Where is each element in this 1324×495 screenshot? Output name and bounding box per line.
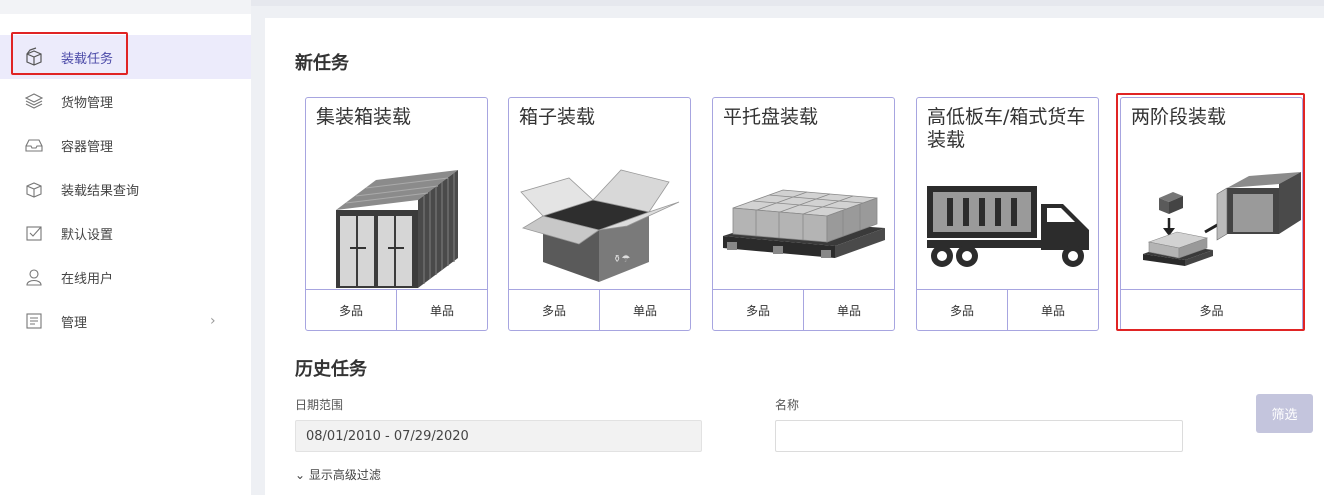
multi-item-button[interactable]: 多品 [306,290,396,330]
box-illustration: ⚱☂ [520,169,680,282]
active-item-highlight [11,32,128,75]
date-range-label: 日期范围 [295,398,344,412]
sidebar-item-label: 在线用户 [61,271,114,287]
admin-icon [26,313,42,329]
name-label: 名称 [775,398,800,412]
multi-item-button[interactable]: 多品 [713,290,803,330]
cube-search-icon [26,182,42,198]
card-box-loading[interactable]: 箱子装载 ⚱☂ 多品 单品 [508,97,691,331]
card-title: 高低板车/箱式货车装载 [927,106,1086,151]
card-button-row: 多品 单品 [306,289,487,330]
card-title: 平托盘装载 [723,106,819,128]
name-input[interactable] [775,420,1183,452]
card-pallet-loading[interactable]: 平托盘装载 多品 单品 [712,97,895,331]
card-highlight-box [1116,93,1305,331]
sidebar-item-online-users[interactable]: 在线用户 [0,255,251,299]
sidebar-item-goods[interactable]: 货物管理 [0,79,251,123]
checkbox-icon [26,226,42,241]
sidebar-item-label: 默认设置 [61,227,114,243]
sidebar-item-result-query[interactable]: 装载结果查询 [0,167,251,211]
card-truck-loading[interactable]: 高低板车/箱式货车装载 多品 单品 [916,97,1099,331]
layers-icon [24,93,44,109]
history-title: 历史任务 [295,359,367,380]
card-button-row: 多品 单品 [509,289,690,330]
sidebar-item-container[interactable]: 容器管理 [0,123,251,167]
date-range-input[interactable]: 08/01/2010 - 07/29/2020 [295,420,702,452]
card-container-loading[interactable]: 集装箱装载 多品 单品 [305,97,488,331]
multi-item-button[interactable]: 多品 [509,290,599,330]
sidebar-item-default-settings[interactable]: 默认设置 [0,211,251,255]
single-item-button[interactable]: 单品 [1007,290,1098,330]
multi-item-button[interactable]: 多品 [917,290,1007,330]
sidebar-item-label: 管理 [61,315,88,331]
single-item-button[interactable]: 单品 [396,290,487,330]
tray-icon [25,139,43,152]
card-title: 集装箱装载 [316,106,412,128]
advanced-filter-label: 显示高级过滤 [308,468,381,482]
card-button-row: 多品 单品 [917,289,1098,330]
single-item-button[interactable]: 单品 [599,290,690,330]
container-illustration [336,170,458,288]
filter-button[interactable]: 筛选 [1256,394,1313,433]
truck-illustration [927,186,1089,267]
sidebar-item-label: 容器管理 [61,139,114,155]
sidebar-item-admin[interactable]: 管理 › [0,299,251,343]
chevron-right-icon: › [210,313,216,329]
sidebar-item-label: 装载结果查询 [61,183,140,199]
new-task-title: 新任务 [295,53,349,74]
chevron-down-icon: ⌄ [295,468,306,482]
sidebar-top-strip [0,0,251,14]
top-bar [251,0,1324,6]
svg-text:⚱☂: ⚱☂ [613,254,630,265]
card-title: 箱子装载 [519,106,596,128]
pallet-illustration [723,189,885,258]
card-button-row: 多品 单品 [713,289,894,330]
advanced-filter-toggle[interactable]: ⌄ 显示高级过滤 [295,466,381,483]
sidebar-item-label: 货物管理 [61,95,114,111]
user-icon [26,269,42,286]
single-item-button[interactable]: 单品 [803,290,894,330]
